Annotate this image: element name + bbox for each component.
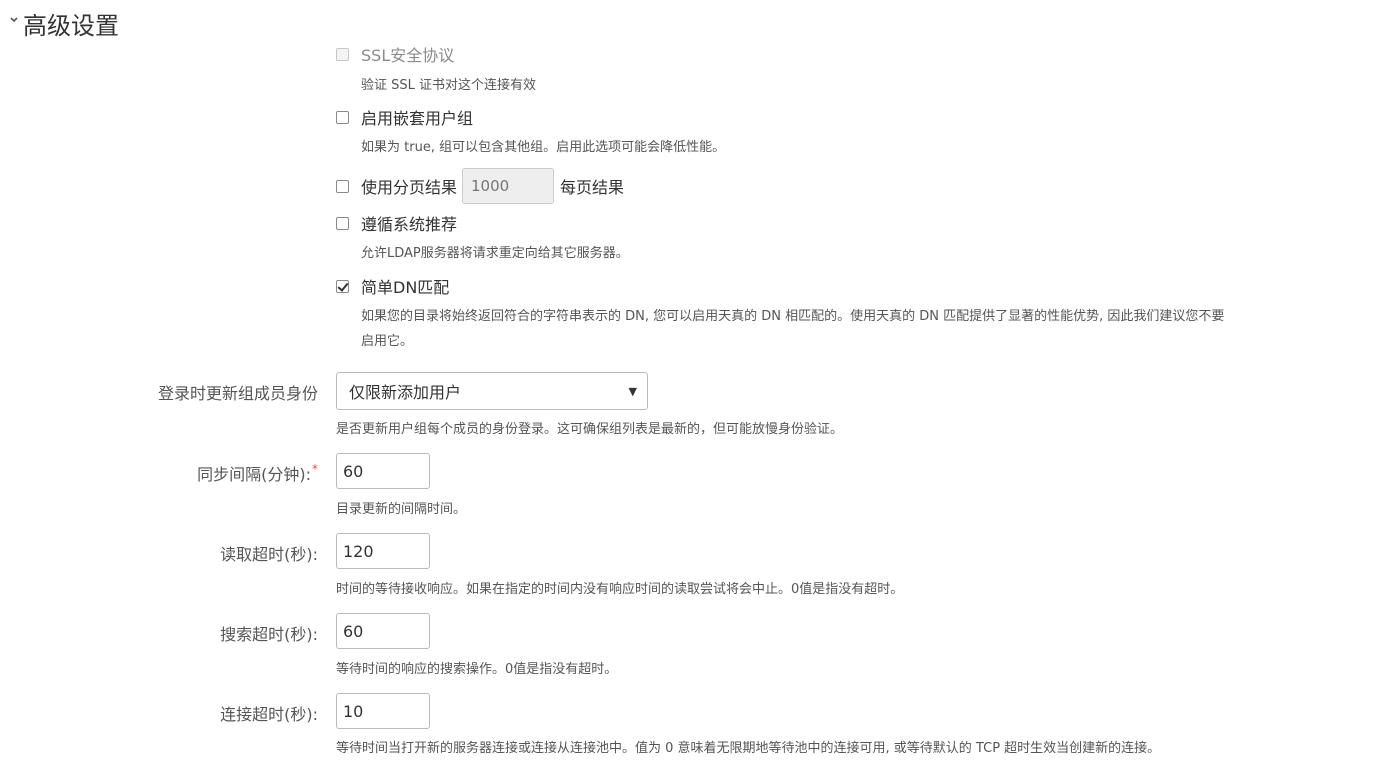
follow-referrals-label: 遵循系统推荐 [361,215,458,234]
update-membership-value: 仅限新添加用户 [349,383,462,402]
required-mark: * [312,462,318,476]
page-size-suffix: 每页结果 [560,178,625,197]
nested-groups-label: 启用嵌套用户组 [361,109,474,128]
naive-dn-checkbox[interactable] [336,280,349,293]
sync-interval-help: 目录更新的间隔时间。 [336,502,467,517]
section-title: 高级设置 [23,11,119,40]
ssl-option: SSL安全协议 [336,44,455,65]
paged-results-option: 使用分页结果 每页结果 [336,167,624,205]
chevron-down-icon [10,17,18,23]
ssl-checkbox[interactable] [336,48,349,61]
search-timeout-input[interactable] [336,613,430,649]
advanced-settings-page: 高级设置 SSL安全协议 验证 SSL 证书对这个连接有效 启用嵌套用户组 如果… [0,0,1395,770]
caret-down-icon: ▼ [628,384,637,398]
naive-dn-label: 简单DN匹配 [361,278,450,297]
nested-groups-option: 启用嵌套用户组 [336,107,474,128]
update-membership-select[interactable]: 仅限新添加用户 ▼ [336,372,648,410]
search-timeout-label: 搜索超时(秒): [220,625,318,644]
search-timeout-help: 等待时间的响应的搜索操作。0值是指没有超时。 [336,662,618,677]
update-membership-help: 是否更新用户组每个成员的身份登录。这可确保组列表是最新的，但可能放慢身份验证。 [336,422,844,437]
read-timeout-help: 时间的等待接收响应。如果在指定的时间内没有响应时间的读取尝试将会中止。0值是指没… [336,582,904,597]
update-membership-label: 登录时更新组成员身份 [157,384,318,403]
nested-groups-help: 如果为 true, 组可以包含其他组。启用此选项可能会降低性能。 [361,140,726,155]
sync-interval-label: 同步间隔(分钟):* [197,461,318,485]
connection-timeout-help: 等待时间当打开新的服务器连接或连接从连接池中。值为 0 意味着无限期地等待池中的… [336,741,1161,756]
sync-interval-label-text: 同步间隔(分钟): [197,465,311,484]
naive-dn-help-line2: 启用它。 [361,334,414,349]
ssl-label: SSL安全协议 [361,46,455,65]
naive-dn-option: 简单DN匹配 [336,276,450,297]
read-timeout-label: 读取超时(秒): [220,545,318,564]
ssl-help: 验证 SSL 证书对这个连接有效 [361,78,537,93]
sync-interval-input[interactable] [336,453,430,489]
follow-referrals-option: 遵循系统推荐 [336,213,458,234]
advanced-settings-toggle[interactable]: 高级设置 [8,6,119,40]
connection-timeout-input[interactable] [336,693,430,729]
page-size-input[interactable] [462,168,555,204]
read-timeout-input[interactable] [336,533,430,569]
follow-referrals-checkbox[interactable] [336,217,349,230]
naive-dn-help-line1: 如果您的目录将始终返回符合的字符串表示的 DN, 您可以启用天真的 DN 相匹配… [361,309,1225,324]
connection-timeout-label: 连接超时(秒): [220,705,318,724]
paged-results-checkbox[interactable] [336,180,349,193]
nested-groups-checkbox[interactable] [336,111,349,124]
paged-results-label: 使用分页结果 [361,178,458,197]
follow-referrals-help: 允许LDAP服务器将请求重定向给其它服务器。 [361,246,629,261]
